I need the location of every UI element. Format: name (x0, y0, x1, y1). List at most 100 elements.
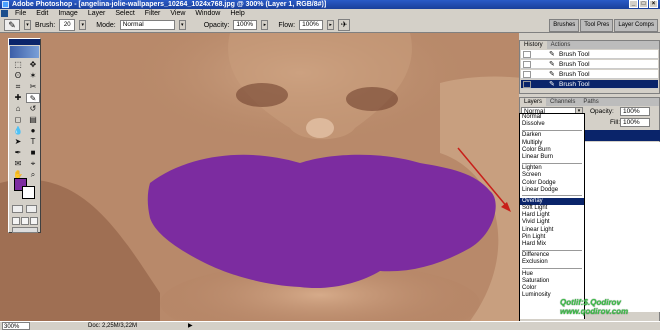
blend-mode-normal[interactable]: Normal (520, 114, 584, 121)
palette-well-brushes[interactable]: Brushes (549, 19, 580, 32)
tab-channels[interactable]: Channels (546, 98, 579, 106)
blend-mode-multiply[interactable]: Multiply (520, 140, 584, 147)
blend-mode-hard-light[interactable]: Hard Light (520, 212, 584, 219)
options-bar: ✎ ▾ Brush: 20 ▾ Mode: Normal ▾ Opacity: … (0, 18, 660, 33)
jump-to-imageready-button[interactable] (12, 227, 38, 233)
path-select-icon[interactable]: ➤ (11, 137, 25, 147)
brush-icon[interactable]: ✎ (26, 93, 40, 103)
magic-wand-icon[interactable]: ✶ (26, 71, 40, 81)
blend-mode-screen[interactable]: Screen (520, 172, 584, 179)
document-icon[interactable] (1, 10, 8, 17)
slice-icon[interactable]: ✂ (26, 82, 40, 92)
tab-actions[interactable]: Actions (547, 41, 575, 49)
crop-icon[interactable]: ⌗ (11, 82, 25, 92)
tab-layers[interactable]: Layers (520, 98, 547, 106)
opacity-input[interactable]: 100% (233, 20, 258, 30)
blend-mode-soft-light[interactable]: Soft Light (520, 205, 584, 212)
blend-mode-overlay[interactable]: Overlay (520, 197, 584, 206)
tab-history[interactable]: History (520, 41, 547, 49)
pen-icon[interactable]: ✒ (11, 148, 25, 158)
history-item[interactable]: ✎ Brush Tool (521, 60, 658, 69)
menu-view[interactable]: View (165, 10, 190, 17)
blend-mode-saturation[interactable]: Saturation (520, 278, 584, 285)
eraser-icon[interactable]: ◻ (11, 115, 25, 125)
history-brush-icon[interactable]: ↺ (26, 104, 40, 114)
shape-icon[interactable]: ■ (26, 148, 40, 158)
status-menu-arrow[interactable]: ▶ (188, 322, 193, 330)
brush-picker-dropdown[interactable]: ▾ (79, 20, 87, 30)
layer-opacity-label: Opacity: (590, 108, 614, 115)
dodge-icon[interactable]: ● (26, 126, 40, 136)
palette-well-tool-presets[interactable]: Tool Pres (580, 19, 614, 32)
tool-preset-dropdown[interactable]: ▾ (24, 20, 31, 30)
menu-edit[interactable]: Edit (31, 10, 53, 17)
brush-icon: ✎ (549, 61, 555, 68)
airbrush-icon[interactable]: ✈ (338, 19, 351, 31)
full-screen-menu-button[interactable] (21, 217, 29, 225)
menu-image[interactable]: Image (53, 10, 82, 17)
gradient-icon[interactable]: ▤ (26, 115, 40, 125)
brush-icon: ✎ (549, 51, 555, 58)
photoshop-logo[interactable] (10, 46, 39, 58)
mode-select[interactable]: Normal (119, 20, 175, 30)
menu-file[interactable]: File (10, 10, 31, 17)
blur-icon[interactable]: 💧 (11, 126, 25, 136)
blend-mode-exclusion[interactable]: Exclusion (520, 259, 584, 266)
maximize-button[interactable]: □ (639, 0, 648, 8)
layer-list[interactable] (584, 142, 660, 312)
background-color-swatch[interactable] (22, 186, 35, 199)
type-icon[interactable]: T (26, 137, 40, 147)
selected-layer-row[interactable] (584, 130, 660, 141)
standard-mode-button[interactable] (12, 205, 23, 213)
close-button[interactable]: × (649, 0, 658, 8)
menu-window[interactable]: Window (190, 10, 225, 17)
history-item[interactable]: ✎ Brush Tool (521, 50, 658, 59)
minimize-button[interactable]: _ (629, 0, 638, 8)
menu-layer[interactable]: Layer (83, 10, 111, 17)
flow-input[interactable]: 100% (299, 20, 324, 30)
blend-mode-pin-light[interactable]: Pin Light (520, 234, 584, 241)
toolbox-titlebar[interactable] (9, 39, 40, 45)
blend-mode-color-dodge[interactable]: Color Dodge (520, 180, 584, 187)
eyedropper-icon[interactable]: ⌖ (26, 159, 40, 169)
flow-slider-button[interactable]: ▸ (327, 20, 335, 30)
blend-mode-color-burn[interactable]: Color Burn (520, 147, 584, 154)
blend-mode-linear-light[interactable]: Linear Light (520, 227, 584, 234)
blend-mode-vivid-light[interactable]: Vivid Light (520, 219, 584, 226)
marquee-icon[interactable]: ⬚ (11, 60, 25, 70)
blend-mode-darken[interactable]: Darken (520, 132, 584, 139)
quick-mask-button[interactable] (26, 205, 37, 213)
blend-mode-color[interactable]: Color (520, 285, 584, 292)
zoom-icon[interactable]: ⌕ (26, 170, 40, 180)
menu-help[interactable]: Help (225, 10, 249, 17)
lasso-icon[interactable]: ʘ (11, 71, 25, 81)
move-icon[interactable]: ✥ (26, 60, 40, 70)
blend-mode-dissolve[interactable]: Dissolve (520, 121, 584, 128)
blend-mode-hue[interactable]: Hue (520, 271, 584, 278)
blend-mode-linear-dodge[interactable]: Linear Dodge (520, 187, 584, 194)
doc-size: Doc: 2,25M/3,22M (88, 323, 138, 329)
zoom-field[interactable]: 300% (2, 322, 30, 330)
tab-paths[interactable]: Paths (579, 98, 602, 106)
full-screen-button[interactable] (30, 217, 38, 225)
blend-mode-lighten[interactable]: Lighten (520, 165, 584, 172)
brush-icon: ✎ (549, 71, 555, 78)
opacity-slider-button[interactable]: ▸ (261, 20, 269, 30)
blend-mode-linear-burn[interactable]: Linear Burn (520, 154, 584, 161)
history-item[interactable]: ✎ Brush Tool (521, 70, 658, 79)
blend-mode-hard-mix[interactable]: Hard Mix (520, 241, 584, 248)
history-item-selected[interactable]: ✎ Brush Tool (521, 80, 658, 89)
mode-dropdown[interactable]: ▾ (178, 20, 186, 30)
notes-icon[interactable]: ✉ (11, 159, 25, 169)
healing-icon[interactable]: ✚ (11, 93, 25, 103)
layer-fill-input[interactable]: 100% (620, 118, 650, 127)
tool-preset-picker[interactable]: ✎ (4, 19, 20, 31)
menu-filter[interactable]: Filter (140, 10, 166, 17)
palette-well-layer-comps[interactable]: Layer Comps (614, 19, 658, 32)
stamp-icon[interactable]: ⌂ (11, 104, 25, 114)
menu-select[interactable]: Select (110, 10, 139, 17)
standard-screen-button[interactable] (12, 217, 20, 225)
layer-opacity-input[interactable]: 100% (620, 107, 650, 116)
brush-picker[interactable]: 20 (59, 19, 76, 31)
blend-mode-difference[interactable]: Difference (520, 252, 584, 259)
